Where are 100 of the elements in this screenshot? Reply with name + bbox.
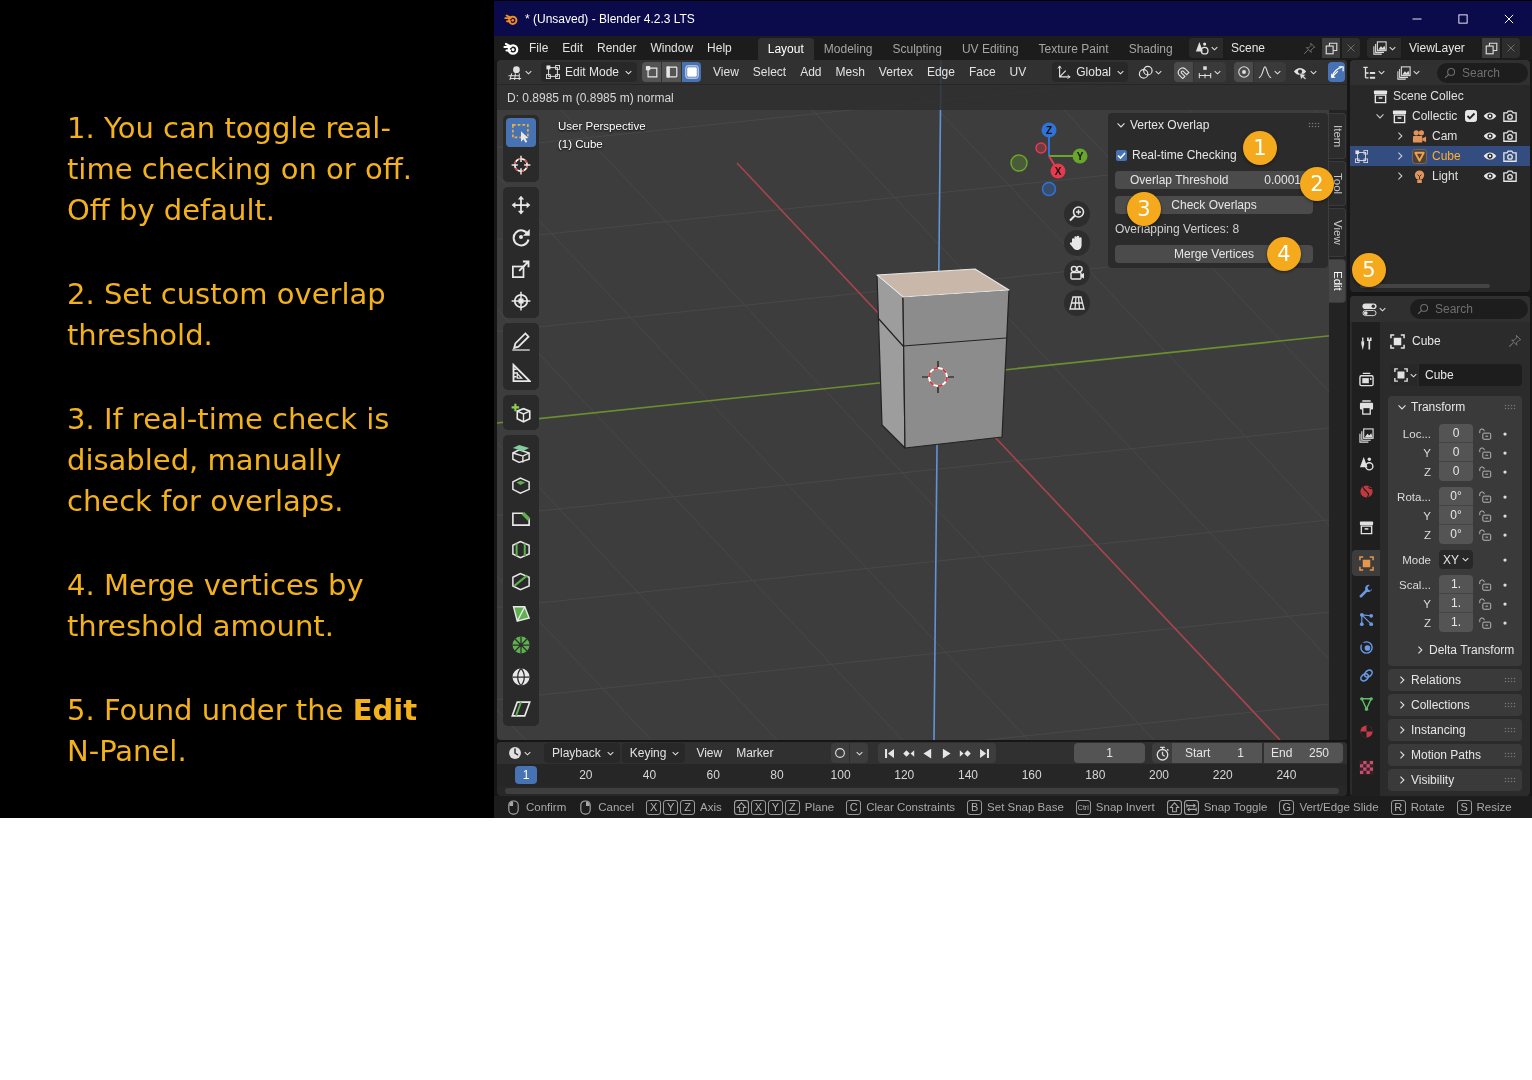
outliner-row[interactable]: Light [1350, 166, 1530, 186]
movie-camera-icon[interactable] [1064, 260, 1090, 286]
auto-keying-button[interactable] [831, 743, 849, 763]
sidebar-tab[interactable]: Item [1329, 113, 1346, 160]
preview-range-button[interactable] [1152, 743, 1172, 763]
chevron-right-icon[interactable] [1395, 171, 1405, 181]
chevron-right-icon[interactable] [1395, 131, 1405, 141]
vertex-square-icon[interactable] [1355, 149, 1368, 163]
number-field[interactable]: 0 [1439, 443, 1473, 462]
panel-title[interactable]: Visibility [1411, 773, 1455, 787]
proportional-edit-button[interactable] [1234, 62, 1254, 82]
keying-options-button[interactable] [850, 743, 868, 763]
menu-dropdown[interactable]: Keying [621, 743, 686, 763]
panel-title[interactable]: Instancing [1411, 723, 1466, 737]
view-layer-selector-button[interactable] [1367, 38, 1401, 58]
padlock-icon[interactable] [1478, 464, 1492, 479]
pin-icon[interactable] [1303, 41, 1316, 55]
checkbox[interactable] [1115, 148, 1128, 162]
end-frame-field[interactable]: End 250 [1264, 743, 1343, 763]
tool-button[interactable] [506, 118, 536, 147]
outliner-row[interactable]: Collectic [1350, 106, 1530, 126]
gizmo-axis-handle[interactable]: Z [1041, 122, 1057, 157]
menu-item[interactable]: Render [590, 41, 644, 55]
menu-item[interactable]: Marker [729, 746, 781, 760]
number-field[interactable]: 0 [1439, 424, 1473, 443]
pin-icon[interactable] [1508, 334, 1522, 348]
padlock-icon[interactable] [1478, 508, 1492, 523]
gizmo-axis-handle[interactable]: Y [1048, 148, 1088, 164]
mode-dropdown[interactable]: Edit Mode [541, 62, 637, 82]
chevron-right-icon[interactable] [1415, 645, 1425, 655]
falloff-button[interactable] [1254, 62, 1287, 82]
workspace-tab[interactable]: Sculpting [882, 38, 952, 60]
gizmo-toggle-button[interactable] [1328, 62, 1345, 82]
chevron-down-icon[interactable] [1375, 111, 1385, 121]
padlock-icon[interactable] [1478, 489, 1492, 504]
menu-item[interactable]: Window [643, 41, 701, 55]
menu-item[interactable]: View [706, 65, 746, 79]
mode-dropdown[interactable]: XY [1439, 550, 1473, 569]
outliner-row[interactable]: Scene Collec [1350, 86, 1530, 106]
camera-icon[interactable] [1503, 169, 1517, 183]
workspace-tab[interactable]: Shading [1118, 38, 1183, 60]
3d-viewport[interactable] [497, 60, 1347, 740]
menu-item[interactable]: Mesh [828, 65, 872, 79]
workspace-tab[interactable]: Modeling [813, 38, 883, 60]
number-field[interactable]: 0° [1439, 525, 1473, 544]
subpanel-title[interactable]: Delta Transform [1429, 643, 1515, 657]
snap-target-button[interactable] [1194, 62, 1227, 82]
zoom-icon[interactable] [1064, 201, 1090, 227]
padlock-icon[interactable] [1478, 596, 1492, 611]
menu-item[interactable]: Vertex [871, 65, 920, 79]
number-field[interactable]: 1. [1439, 613, 1473, 632]
blender-logo-icon[interactable] [503, 40, 519, 56]
select-mode-button[interactable] [662, 62, 681, 82]
chevron-right-icon[interactable] [1397, 775, 1407, 785]
padlock-icon[interactable] [1478, 527, 1492, 542]
play-icon[interactable] [940, 746, 953, 760]
chevron-right-icon[interactable] [1397, 675, 1407, 685]
select-mode-button[interactable] [682, 62, 701, 82]
workspace-tab[interactable]: Layout [757, 38, 814, 60]
hand-icon[interactable] [1064, 230, 1090, 256]
menu-item[interactable]: View [689, 746, 730, 760]
menu-item[interactable]: Help [700, 41, 739, 55]
orientation-dropdown[interactable]: Global [1052, 62, 1129, 82]
chevron-down-icon[interactable] [1397, 402, 1407, 412]
grid-icon[interactable] [1064, 290, 1090, 316]
start-frame-field[interactable]: Start 1 [1172, 743, 1262, 763]
chevron-right-icon[interactable] [1397, 700, 1407, 710]
padlock-icon[interactable] [1478, 426, 1492, 441]
sidebar-tab[interactable]: Tool [1329, 161, 1346, 207]
menu-item[interactable]: File [522, 41, 556, 55]
outliner-row[interactable]: Cam [1350, 126, 1530, 146]
sidebar-tab[interactable]: View [1329, 208, 1346, 258]
workspace-tab[interactable]: UV Editing [951, 38, 1029, 60]
gizmo-negative-axis-icon[interactable] [1035, 142, 1047, 154]
number-field[interactable]: 0 [1439, 462, 1473, 481]
menu-dropdown[interactable]: Playback [544, 743, 620, 763]
menu-item[interactable]: UV [1002, 65, 1034, 79]
play-reverse-icon[interactable] [921, 746, 934, 760]
current-frame-field[interactable]: 1 [1074, 743, 1145, 763]
panel-title[interactable]: Transform [1411, 400, 1466, 414]
scene-selector-button[interactable] [1189, 38, 1223, 58]
menu-item[interactable]: Select [745, 65, 794, 79]
panel-title[interactable]: Motion Paths [1411, 748, 1482, 762]
padlock-icon[interactable] [1478, 577, 1492, 592]
panel-title[interactable]: Collections [1411, 698, 1470, 712]
chevron-right-icon[interactable] [1395, 151, 1405, 161]
jump-to-end-icon[interactable] [978, 746, 991, 760]
panel-title[interactable]: Relations [1411, 673, 1462, 687]
menu-item[interactable]: Edge [919, 65, 962, 79]
number-field[interactable]: 0° [1439, 506, 1473, 525]
panel-title[interactable]: Vertex Overlap [1130, 118, 1210, 132]
jump-to-start-icon[interactable] [883, 746, 896, 760]
object-name-field[interactable]: Cube [1419, 364, 1522, 386]
new-scene-button[interactable] [1322, 38, 1340, 58]
number-field[interactable]: 1. [1439, 575, 1473, 594]
new-view-layer-button[interactable] [1482, 38, 1500, 58]
workspace-tab[interactable]: Texture Paint [1028, 38, 1119, 60]
number-field[interactable]: 1. [1439, 594, 1473, 613]
camera-icon[interactable] [1503, 109, 1517, 123]
chevron-right-icon[interactable] [1397, 725, 1407, 735]
